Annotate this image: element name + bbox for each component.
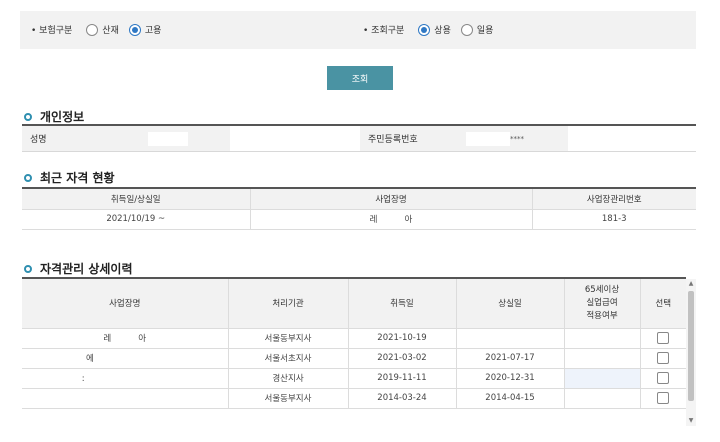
redacted-block [92,389,158,403]
section-bullet-icon [24,173,32,182]
lookup-type-filter: • 조회구분 상용 일용 [363,23,503,36]
lost-date-cell: 2021-07-17 [455,347,565,369]
select-checkbox[interactable] [657,392,670,404]
select-cell [639,327,686,349]
filter-bar: • 보험구분 산재 고용 • 조회구분 상용 일용 [20,11,696,49]
select-cell [639,367,686,389]
col-header: 취득일 [347,279,457,329]
radio-unchecked-icon [460,23,473,36]
recent-status-title: 최근 자격 현황 [24,169,115,186]
radio-label: 고용 [144,26,162,36]
personal-info-row: 성명 주민등록번호 **** [22,126,696,152]
select-cell [639,347,686,369]
lost-date-cell [455,327,565,349]
redacted-block [115,349,179,363]
select-cell [639,387,686,409]
radio-sangyong[interactable]: 상용 [418,23,451,36]
resident-number-label: 주민등록번호 [360,126,462,151]
col-header: 사업장명 [249,189,533,210]
over65-cell [563,327,641,349]
col-header: 상실일 [455,279,565,329]
redacted-block [148,131,188,146]
radio-checked-icon [418,23,431,36]
radio-label: 산재 [102,26,119,36]
masked-digits: **** [510,134,524,143]
table-header-row: 사업장명 처리기관 취득일 상실일 65세이상 실업급여 적용여부 선택 [22,279,686,329]
radio-ilyong[interactable]: 일용 [460,23,494,36]
lost-date-cell: 2020-12-31 [455,367,565,389]
col-header: 취득일/상실일 [22,189,251,210]
over65-cell [563,347,641,369]
search-button[interactable]: 조회 [327,66,393,90]
insurance-type-label: • 보험구분 [31,26,73,36]
col-header: 선택 [639,279,686,329]
date-cell: 2021/10/19 ~ [22,208,251,230]
insurance-type-filter: • 보험구분 산재 고용 [31,23,171,36]
lost-date-cell: 2014-04-15 [455,387,565,409]
over65-cell [563,367,641,389]
acquired-date-cell: 2021-03-02 [347,347,457,369]
agency-cell: 서울서초지사 [227,347,349,369]
acquired-date-cell: 2014-03-24 [347,387,457,409]
col-header: 65세이상 실업급여 적용여부 [563,279,641,329]
col-header: 처리기관 [227,279,349,329]
company-cell: 레 아 [22,327,229,349]
select-checkbox[interactable] [657,372,670,384]
lookup-type-label: • 조회구분 [363,26,405,36]
section-bullet-icon [24,112,32,121]
table-row: 2021/10/19 ~ 레 아 181-3 [22,208,696,230]
section-title-text: 개인정보 [40,110,85,124]
scroll-down-icon[interactable]: ▼ [686,416,696,426]
table-header-row: 취득일/상실일 사업장명 사업장관리번호 [22,189,696,210]
agency-cell: 경산지사 [227,367,349,389]
agency-cell: 서울동부지사 [227,387,349,409]
personal-info-title: 개인정보 [24,108,84,125]
scroll-thumb[interactable] [688,291,694,401]
recent-status-table: 취득일/상실일 사업장명 사업장관리번호 2021/10/19 ~ 레 아 18… [22,189,696,230]
select-checkbox[interactable] [657,352,670,364]
col-header: 사업장명 [22,279,229,329]
section-bullet-icon [24,264,32,273]
table-row[interactable]: 레 아 서울동부지사 2021-10-19 [22,327,686,349]
history-scrollbar[interactable]: ▲ ▼ [686,279,696,426]
select-checkbox[interactable] [657,332,670,344]
radio-label: 일용 [476,26,494,36]
section-title-text: 자격관리 상세이력 [40,262,133,276]
scroll-up-icon[interactable]: ▲ [686,279,696,289]
resident-number-value: **** [462,126,568,151]
radio-unchecked-icon [86,23,99,36]
history-title: 자격관리 상세이력 [24,260,133,277]
radio-checked-icon [128,23,141,36]
agency-cell: 서울동부지사 [227,327,349,349]
number-cell: 181-3 [531,208,696,230]
name-value [126,126,230,151]
radio-label: 상용 [434,26,451,36]
company-cell: 레 아 [249,208,533,230]
acquired-date-cell: 2019-11-11 [347,367,457,389]
col-header: 사업장관리번호 [531,189,696,210]
name-label: 성명 [22,126,126,151]
radio-goyong[interactable]: 고용 [128,23,162,36]
redacted-block [466,131,510,146]
over65-cell [563,387,641,409]
redacted-block [96,369,178,383]
radio-sanjae[interactable]: 산재 [86,23,119,36]
acquired-date-cell: 2021-10-19 [347,327,457,349]
section-title-text: 최근 자격 현황 [40,171,115,185]
